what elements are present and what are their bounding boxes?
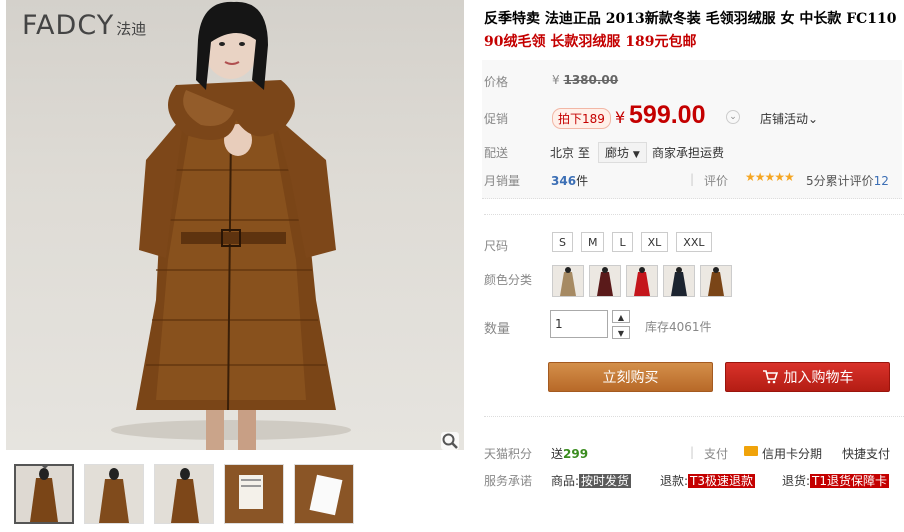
promo-price-value: 599.00 (629, 101, 706, 129)
zoom-icon[interactable] (441, 432, 459, 450)
shipping-label: 配送 (484, 146, 509, 160)
quick-pay[interactable]: 快捷支付 (842, 445, 890, 462)
original-price-value: 1380.00 (563, 73, 619, 87)
color-swatch-red[interactable] (626, 265, 658, 297)
service-tag: T1退货保障卡 (810, 474, 890, 488)
service-item-return[interactable]: 退货: T1退货保障卡 (782, 472, 890, 489)
service-key: 退款: (660, 474, 689, 488)
service-tag: 按时发货 (579, 474, 632, 488)
service-key: 退货: (782, 474, 811, 488)
shipping-destination-select[interactable]: 廊坊 ▼ (598, 142, 647, 163)
monthly-sales-count: 346件 (551, 172, 588, 189)
original-price-currency: ¥ (552, 73, 560, 87)
size-option-xxl[interactable]: XXL (676, 232, 712, 252)
credit-card-icon (744, 446, 758, 456)
stock-count: 库存4061件 (645, 320, 712, 334)
promo-price: ¥ 599.00 (615, 101, 705, 130)
service-item-ship[interactable]: 商品: 按时发货 (551, 472, 632, 489)
service-tag: T3极速退款 (688, 474, 756, 488)
chevron-down-icon: ⌄ (808, 112, 819, 126)
separator: | (690, 172, 695, 186)
sales-unit: 件 (576, 174, 589, 188)
points-value: 送299 (551, 445, 588, 462)
service-key: 商品: (551, 474, 580, 488)
size-option-l[interactable]: L (612, 232, 633, 252)
store-activity-dropdown[interactable]: 店铺活动⌄ (760, 110, 818, 127)
rating-count: 12 (873, 174, 889, 188)
store-activity-label: 店铺活动 (760, 112, 809, 126)
payment-label: 支付 (704, 447, 729, 461)
quantity-increment-button[interactable]: ▲ (612, 310, 630, 323)
add-to-cart-button[interactable]: 加入购物车 (725, 362, 890, 392)
original-price: ¥ 1380.00 (552, 73, 618, 87)
product-title: 反季特卖 法迪正品 2013新款冬装 毛领羽绒服 女 中长款 FC110 (484, 11, 897, 27)
color-swatch-wine[interactable] (589, 265, 621, 297)
quantity-label: 数量 (484, 322, 511, 337)
rating-summary[interactable]: 5分累计评价12 (806, 172, 889, 189)
color-swatch-brown[interactable] (700, 265, 732, 297)
shipping-destination-label: 廊坊 (605, 146, 630, 160)
color-options (552, 265, 732, 297)
color-swatch-khaki[interactable] (552, 265, 584, 297)
promo-tag: 拍下189 (552, 108, 611, 129)
brand-logo-en: FADCY (22, 10, 115, 41)
buy-now-button[interactable]: 立刻购买 (548, 362, 713, 392)
divider (484, 214, 904, 215)
divider (484, 416, 904, 417)
thumbnail[interactable] (84, 464, 144, 524)
quantity-input[interactable]: 1 (550, 310, 608, 338)
points-prefix: 送 (551, 447, 564, 461)
size-option-xl[interactable]: XL (640, 232, 669, 252)
rating-label: 评价 (704, 174, 729, 188)
size-option-s[interactable]: S (552, 232, 573, 252)
monthly-sales-label: 月销量 (484, 174, 521, 188)
add-to-cart-label: 加入购物车 (783, 370, 854, 386)
sales-number: 346 (551, 174, 577, 188)
promo-price-currency: ¥ (615, 108, 626, 127)
brand-logo-cn: 法迪 (116, 20, 147, 38)
cart-icon (762, 365, 778, 395)
thumbnail[interactable] (294, 464, 354, 524)
rating-text: 5分累计评价 (806, 174, 874, 188)
main-product-image[interactable] (6, 0, 464, 450)
rating-stars-icon: ★★★★★ (745, 170, 795, 184)
brand-logo: FADCY 法迪 (22, 10, 146, 41)
separator: | (690, 445, 695, 459)
color-swatch-navy[interactable] (663, 265, 695, 297)
service-label: 服务承诺 (484, 474, 533, 488)
chevron-down-icon: ▼ (632, 150, 640, 160)
thumbnail-strip (14, 464, 354, 524)
shipping-from: 北京 至 (550, 146, 590, 160)
color-label: 颜色分类 (484, 273, 533, 287)
promo-label: 促销 (484, 112, 509, 126)
shipping-fee: 商家承担运费 (652, 146, 725, 160)
thumbnail[interactable] (224, 464, 284, 524)
thumbnail[interactable] (154, 464, 214, 524)
product-subtitle: 90绒毛领 长款羽绒服 189元包邮 (484, 34, 697, 50)
thumbnail[interactable] (14, 464, 74, 524)
service-item-refund[interactable]: 退款: T3极速退款 (660, 472, 756, 489)
size-option-m[interactable]: M (580, 232, 605, 252)
size-label: 尺码 (484, 239, 509, 253)
quantity-decrement-button[interactable]: ▼ (612, 326, 630, 339)
price-label: 价格 (484, 75, 509, 89)
size-options: S M L XL XXL (552, 232, 712, 252)
points-number: 299 (563, 447, 589, 461)
credit-installment[interactable]: 信用卡分期 (762, 445, 822, 462)
chevron-down-icon[interactable]: ⌄ (726, 110, 740, 124)
points-label: 天猫积分 (484, 447, 533, 461)
